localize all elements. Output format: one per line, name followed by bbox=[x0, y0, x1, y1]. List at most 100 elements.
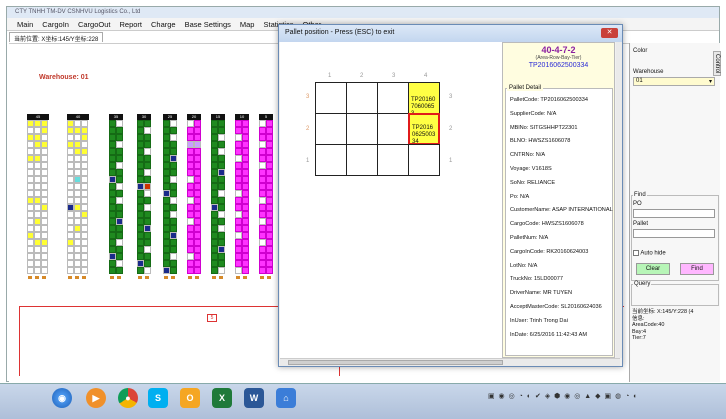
rack-slot[interactable] bbox=[218, 155, 225, 162]
rack-slot[interactable] bbox=[41, 225, 48, 232]
rack-slot[interactable] bbox=[144, 225, 151, 232]
rack-slot[interactable] bbox=[218, 176, 225, 183]
rack-slot[interactable] bbox=[81, 141, 88, 148]
rack-slot[interactable] bbox=[137, 267, 144, 274]
rack-slot[interactable] bbox=[27, 267, 34, 274]
rack-slot[interactable] bbox=[109, 176, 116, 183]
rack-slot[interactable] bbox=[187, 183, 194, 190]
rack-slot[interactable] bbox=[81, 134, 88, 141]
rack-slot[interactable] bbox=[163, 232, 170, 239]
rack-slot[interactable] bbox=[242, 218, 249, 225]
rack-slot[interactable] bbox=[259, 141, 266, 148]
rack-slot[interactable] bbox=[74, 218, 81, 225]
document-tab[interactable]: 当前位置: X坐标:145/Y坐标:228 bbox=[9, 32, 104, 43]
rack-slot[interactable] bbox=[235, 218, 242, 225]
clear-button[interactable]: Clear bbox=[636, 263, 670, 275]
rack-slot[interactable] bbox=[109, 246, 116, 253]
rack-slot[interactable] bbox=[74, 134, 81, 141]
rack-slot[interactable] bbox=[194, 267, 201, 274]
rack-slot[interactable] bbox=[235, 141, 242, 148]
rack-slot[interactable] bbox=[81, 218, 88, 225]
grid-cell-selected[interactable]: TP2016062500334 bbox=[408, 113, 440, 145]
pallet-input[interactable] bbox=[633, 229, 715, 238]
grid-cell-empty[interactable] bbox=[377, 82, 409, 114]
rack-slot[interactable] bbox=[27, 197, 34, 204]
rack-slot[interactable] bbox=[187, 204, 194, 211]
rack-slot[interactable] bbox=[74, 204, 81, 211]
rack-slot[interactable] bbox=[34, 169, 41, 176]
rack-slot[interactable] bbox=[41, 162, 48, 169]
rack-slot[interactable] bbox=[144, 148, 151, 155]
rack-slot[interactable] bbox=[163, 267, 170, 274]
rack-slot[interactable] bbox=[211, 218, 218, 225]
rack-slot[interactable] bbox=[116, 204, 123, 211]
menu-charge[interactable]: Charge bbox=[151, 20, 176, 29]
rack-slot[interactable] bbox=[74, 190, 81, 197]
rack-slot[interactable] bbox=[74, 267, 81, 274]
rack-slot[interactable] bbox=[170, 183, 177, 190]
rack-slot[interactable] bbox=[163, 260, 170, 267]
rack-slot[interactable] bbox=[137, 190, 144, 197]
rack-slot[interactable] bbox=[41, 141, 48, 148]
menu-base-settings[interactable]: Base Settings bbox=[185, 20, 231, 29]
rack-slot[interactable] bbox=[144, 141, 151, 148]
rack-slot[interactable] bbox=[211, 253, 218, 260]
rack-slot[interactable] bbox=[81, 120, 88, 127]
rack-slot[interactable] bbox=[235, 260, 242, 267]
rack-slot[interactable] bbox=[194, 239, 201, 246]
media-player-icon[interactable]: ▶ bbox=[86, 388, 106, 408]
rack-slot[interactable] bbox=[34, 190, 41, 197]
rack-slot[interactable] bbox=[81, 246, 88, 253]
rack-slot[interactable] bbox=[218, 190, 225, 197]
rack-slot[interactable] bbox=[109, 155, 116, 162]
rack-slot[interactable] bbox=[266, 155, 273, 162]
rack-slot[interactable] bbox=[194, 260, 201, 267]
rack-slot[interactable] bbox=[242, 267, 249, 274]
rack-slot[interactable] bbox=[74, 176, 81, 183]
rack-slot[interactable] bbox=[242, 260, 249, 267]
rack-slot[interactable] bbox=[242, 253, 249, 260]
rack-slot[interactable] bbox=[67, 232, 74, 239]
rack-slot[interactable] bbox=[170, 204, 177, 211]
rack-slot[interactable] bbox=[109, 232, 116, 239]
rack-slot[interactable] bbox=[170, 176, 177, 183]
rack-slot[interactable] bbox=[67, 176, 74, 183]
rack-slot[interactable] bbox=[74, 120, 81, 127]
rack-slot[interactable] bbox=[27, 190, 34, 197]
rack-slot[interactable] bbox=[144, 260, 151, 267]
menu-report[interactable]: Report bbox=[119, 20, 142, 29]
rack-slot[interactable] bbox=[242, 225, 249, 232]
rack-slot[interactable] bbox=[235, 134, 242, 141]
rack-slot[interactable] bbox=[81, 127, 88, 134]
rack-slot[interactable] bbox=[109, 239, 116, 246]
rack-slot[interactable] bbox=[163, 120, 170, 127]
rack-slot[interactable] bbox=[34, 204, 41, 211]
rack-slot[interactable] bbox=[194, 169, 201, 176]
rack-slot[interactable] bbox=[242, 141, 249, 148]
rack-slot[interactable] bbox=[187, 267, 194, 274]
rack-slot[interactable] bbox=[67, 127, 74, 134]
rack-slot[interactable] bbox=[194, 120, 201, 127]
rack-slot[interactable] bbox=[218, 260, 225, 267]
rack-slot[interactable] bbox=[187, 260, 194, 267]
rack-slot[interactable] bbox=[109, 162, 116, 169]
rack-slot[interactable] bbox=[81, 176, 88, 183]
rack-slot[interactable] bbox=[163, 246, 170, 253]
rack-slot[interactable] bbox=[259, 218, 266, 225]
rack-slot[interactable] bbox=[34, 155, 41, 162]
rack-slot[interactable] bbox=[187, 141, 194, 148]
rack-slot[interactable] bbox=[235, 148, 242, 155]
rack-slot[interactable] bbox=[67, 190, 74, 197]
rack-slot[interactable] bbox=[163, 183, 170, 190]
rack-slot[interactable] bbox=[187, 148, 194, 155]
horizontal-scrollbar[interactable] bbox=[280, 358, 620, 366]
rack-slot[interactable] bbox=[116, 190, 123, 197]
rack-slot[interactable] bbox=[259, 183, 266, 190]
rack-slot[interactable] bbox=[218, 127, 225, 134]
rack-slot[interactable] bbox=[137, 204, 144, 211]
rack-slot[interactable] bbox=[67, 218, 74, 225]
rack-slot[interactable] bbox=[218, 183, 225, 190]
rack-slot[interactable] bbox=[266, 176, 273, 183]
rack-slot[interactable] bbox=[218, 218, 225, 225]
rack-slot[interactable] bbox=[266, 190, 273, 197]
